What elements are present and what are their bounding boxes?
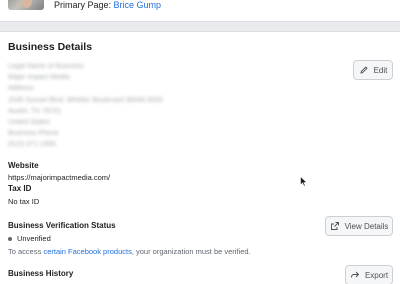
website-value: https://majorimpactmedia.com/ — [8, 173, 110, 182]
facebook-products-link[interactable]: certain Facebook products — [43, 247, 131, 256]
verification-status: Unverified — [8, 234, 51, 243]
redacted-line: 2035 Sunset Blvd, Whittier Boulevard 900… — [8, 96, 163, 104]
business-history-title: Business History — [8, 269, 74, 278]
tax-id-label: Tax ID — [8, 184, 32, 193]
primary-page-card: Primary Page: Brice Gump — [0, 0, 400, 22]
note-suffix: , your organization must be verified. — [131, 247, 251, 256]
redacted-line: Legal Name of Business — [8, 63, 84, 70]
redacted-line: Austin, TX 78701 — [8, 107, 62, 115]
view-details-label: View Details — [344, 221, 389, 231]
note-prefix: To access — [8, 247, 44, 256]
pencil-icon — [360, 66, 368, 74]
verification-status-text: Unverified — [17, 234, 51, 243]
verification-note: To access certain Facebook products, you… — [8, 247, 251, 256]
business-details-title: Business Details — [8, 41, 93, 53]
edit-button[interactable]: Edit — [353, 60, 393, 80]
redacted-line: Address — [8, 85, 34, 93]
export-button[interactable]: Export — [345, 265, 393, 284]
avatar-face — [21, 0, 32, 8]
mouse-cursor-icon — [300, 176, 308, 187]
business-details-card: Business Details Edit Legal Name of Busi… — [0, 31, 400, 284]
website-label: Website — [8, 161, 39, 170]
website-link[interactable]: https://majorimpactmedia.com/ — [8, 173, 110, 182]
export-label: Export — [364, 270, 389, 280]
primary-page-label: Primary Page: — [54, 0, 112, 10]
tax-id-value: No tax ID — [8, 197, 40, 206]
redacted-line: Major Impact Media — [8, 74, 70, 82]
export-icon — [350, 271, 360, 278]
edit-button-label: Edit — [373, 65, 388, 75]
redacted-line: (512) 371-1665 — [8, 141, 56, 149]
view-details-button[interactable]: View Details — [325, 216, 393, 236]
external-link-icon — [330, 222, 339, 230]
redacted-details: Legal Name of Business Major Impact Medi… — [8, 63, 168, 153]
primary-page-link[interactable]: Brice Gump — [114, 0, 162, 10]
primary-page-row: Primary Page: Brice Gump — [54, 0, 161, 10]
avatar — [8, 0, 44, 10]
redacted-line: Business Phone — [8, 130, 59, 138]
verification-title: Business Verification Status — [8, 221, 116, 230]
redacted-line: United States — [8, 118, 51, 126]
status-dot-icon — [8, 236, 12, 241]
